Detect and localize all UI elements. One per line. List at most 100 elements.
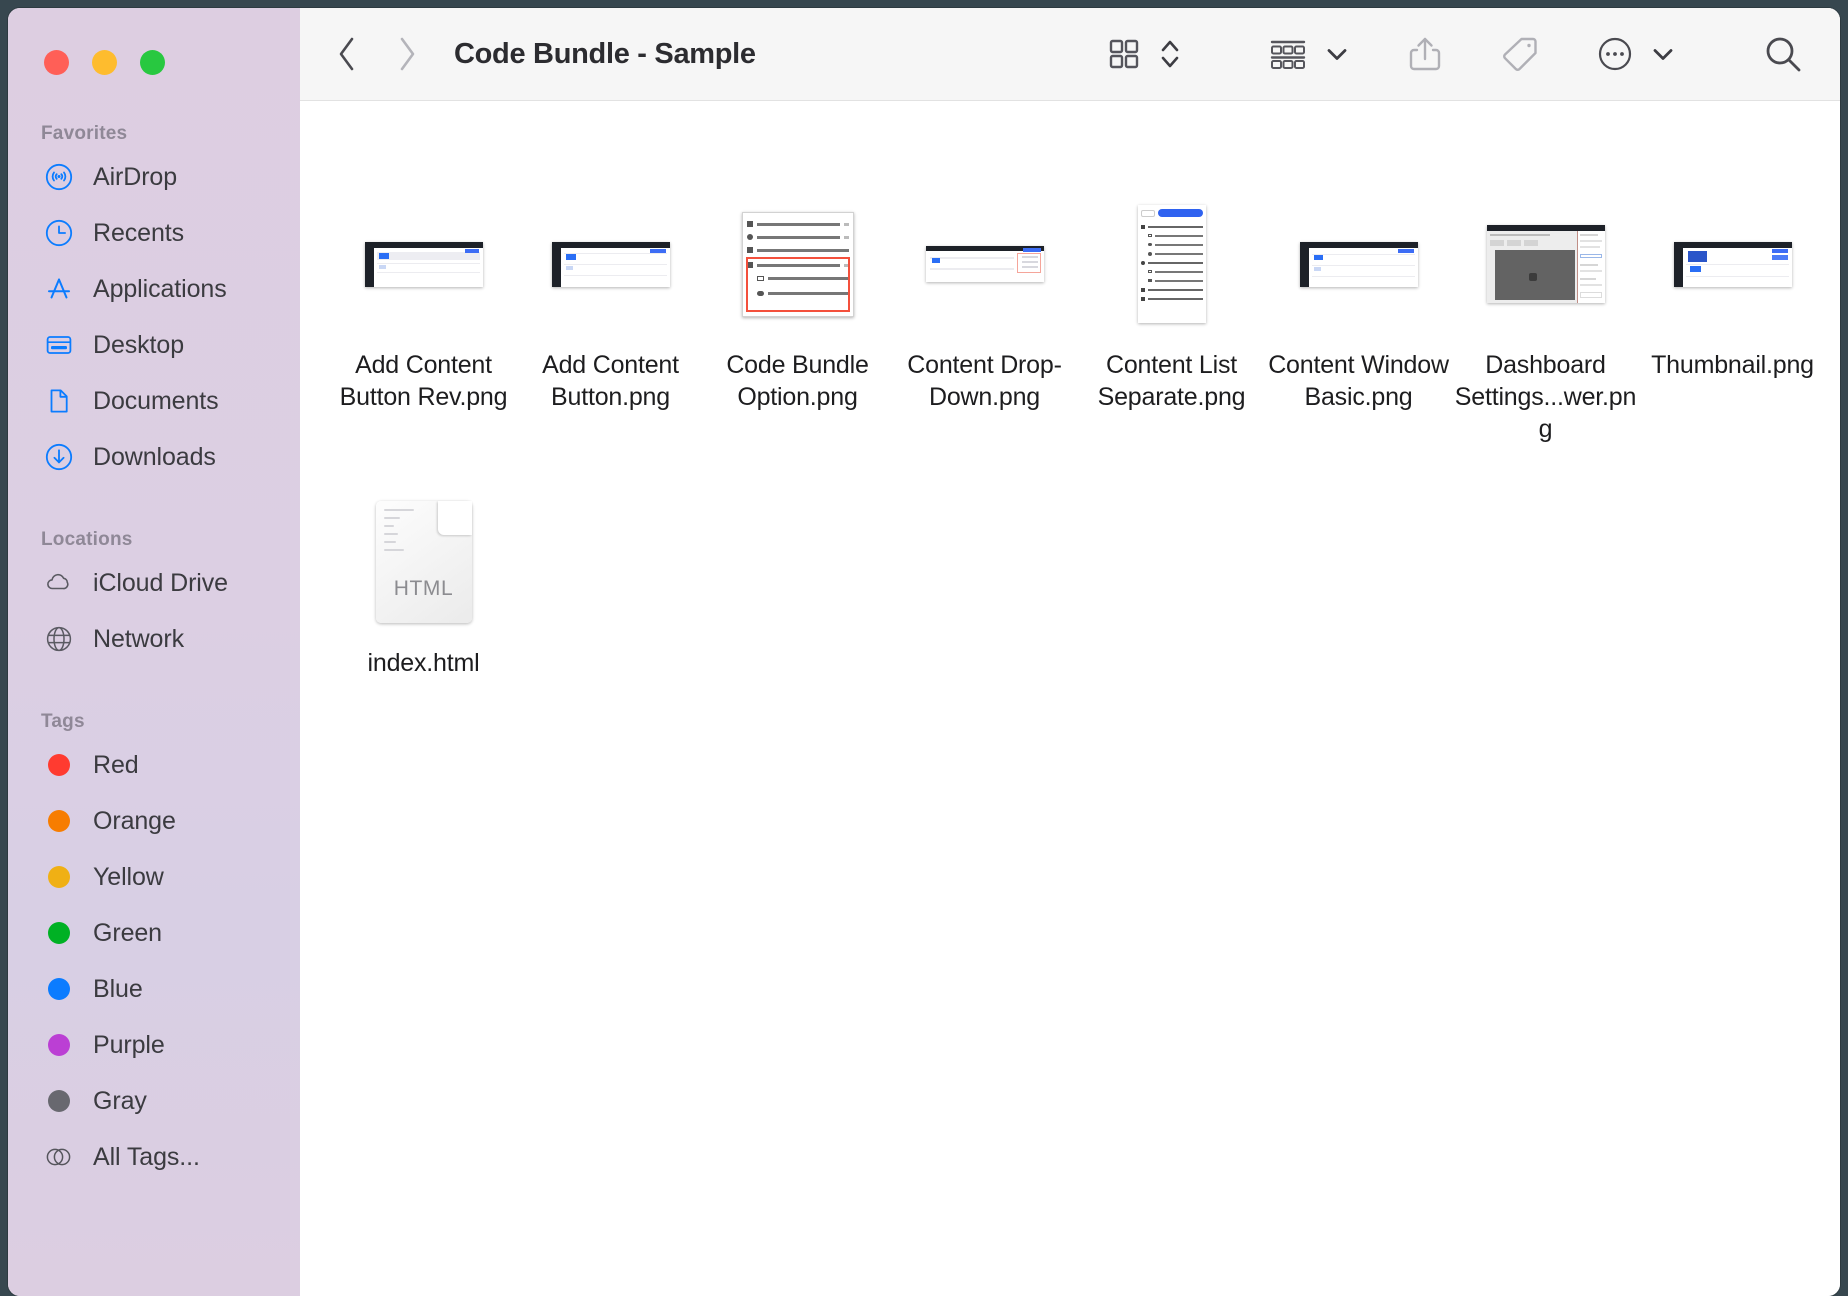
sidebar-item-desktop[interactable]: Desktop bbox=[8, 317, 300, 373]
sidebar-section-locations: Locations iCloud Drive Network bbox=[8, 529, 300, 667]
file-name: Add Content Button Rev.png bbox=[339, 351, 508, 411]
sidebar-item-tag-red[interactable]: Red bbox=[8, 737, 300, 793]
tag-button[interactable] bbox=[1500, 34, 1540, 74]
sidebar-item-label: Documents bbox=[93, 386, 219, 415]
file-name: Content List Separate.png bbox=[1097, 351, 1246, 411]
sidebar-item-all-tags[interactable]: All Tags... bbox=[8, 1129, 300, 1185]
doc-preview-lines bbox=[383, 509, 418, 557]
file-grid: Add Content Button Rev.png Add Content B… bbox=[300, 199, 1840, 731]
search-button[interactable] bbox=[1762, 33, 1804, 75]
sidebar-section-title-favorites: Favorites bbox=[41, 123, 128, 144]
tag-dot-green-icon bbox=[44, 918, 74, 948]
sidebar-item-label: Applications bbox=[93, 274, 227, 303]
close-button[interactable] bbox=[44, 50, 69, 75]
sidebar-item-tag-yellow[interactable]: Yellow bbox=[8, 849, 300, 905]
file-name: Dashboard Settings...wer.png bbox=[1454, 351, 1637, 443]
file-name: index.html bbox=[367, 649, 480, 677]
file-thumbnail bbox=[704, 199, 891, 329]
file-item[interactable]: Content Drop-Down.png bbox=[891, 199, 1078, 445]
sidebar-item-network[interactable]: Network bbox=[8, 611, 300, 667]
sidebar-item-icloud-drive[interactable]: iCloud Drive bbox=[8, 555, 300, 611]
sidebar-item-airdrop[interactable]: AirDrop bbox=[8, 149, 300, 205]
file-item[interactable]: Dashboard Settings...wer.png bbox=[1452, 199, 1639, 445]
tag-dot-purple-icon bbox=[44, 1030, 74, 1060]
file-item[interactable]: Add Content Button Rev.png bbox=[330, 199, 517, 445]
back-button[interactable] bbox=[330, 34, 364, 74]
maximize-button[interactable] bbox=[140, 50, 165, 75]
screenshot-wide-list-thumbnail bbox=[364, 241, 483, 287]
sidebar-item-applications[interactable]: Applications bbox=[8, 261, 300, 317]
sidebar-item-label: Downloads bbox=[93, 442, 216, 471]
document-icon bbox=[44, 386, 74, 416]
sidebar-item-label: Green bbox=[93, 918, 162, 947]
file-thumbnail: HTML bbox=[330, 497, 517, 627]
file-thumbnail bbox=[1265, 199, 1452, 329]
file-item[interactable]: Add Content Button.png bbox=[517, 199, 704, 445]
file-thumbnail bbox=[891, 199, 1078, 329]
tag-dot-gray-icon bbox=[44, 1086, 74, 1116]
sidebar-item-tag-orange[interactable]: Orange bbox=[8, 793, 300, 849]
sidebar-item-label: All Tags... bbox=[93, 1142, 200, 1171]
sidebar-item-recents[interactable]: Recents bbox=[8, 205, 300, 261]
globe-icon bbox=[44, 624, 74, 654]
file-name: Add Content Button.png bbox=[542, 351, 679, 411]
cloud-icon bbox=[44, 568, 74, 598]
toolbar: Code Bundle - Sample bbox=[300, 8, 1840, 101]
forward-button[interactable] bbox=[390, 34, 424, 74]
sidebar-item-label: Purple bbox=[93, 1030, 165, 1059]
minimize-button[interactable] bbox=[92, 50, 117, 75]
sidebar-item-tag-gray[interactable]: Gray bbox=[8, 1073, 300, 1129]
sidebar-item-label: iCloud Drive bbox=[93, 568, 228, 597]
more-button[interactable] bbox=[1596, 35, 1634, 73]
file-item[interactable]: Thumbnail.png bbox=[1639, 199, 1826, 445]
sidebar-item-label: Orange bbox=[93, 806, 176, 835]
sidebar-item-label: Red bbox=[93, 750, 139, 779]
sidebar: Favorites AirDrop Recents Applications D… bbox=[8, 8, 300, 1296]
tag-dot-yellow-icon bbox=[44, 862, 74, 892]
file-name: Content Drop-Down.png bbox=[907, 351, 1062, 411]
icon-view-button[interactable] bbox=[1106, 36, 1142, 72]
screenshot-wide-list-thumbnail bbox=[1299, 241, 1418, 287]
sidebar-item-documents[interactable]: Documents bbox=[8, 373, 300, 429]
tag-dot-blue-icon bbox=[44, 974, 74, 1004]
sidebar-item-downloads[interactable]: Downloads bbox=[8, 429, 300, 485]
file-kind-label: HTML bbox=[393, 577, 454, 600]
clock-icon bbox=[44, 218, 74, 248]
file-name: Thumbnail.png bbox=[1651, 351, 1814, 379]
airdrop-icon bbox=[44, 162, 74, 192]
sidebar-item-label: AirDrop bbox=[93, 162, 178, 191]
sidebar-item-tag-purple[interactable]: Purple bbox=[8, 1017, 300, 1073]
window-controls bbox=[8, 8, 300, 75]
sidebar-section-title-tags: Tags bbox=[41, 711, 85, 732]
sidebar-section-tags: Tags Red Orange Yellow Green Blue Purple… bbox=[8, 711, 300, 1185]
file-name: Code Bundle Option.png bbox=[726, 351, 869, 411]
screenshot-menu-thumbnail bbox=[741, 211, 854, 317]
file-thumbnail bbox=[330, 199, 517, 329]
more-options-chevron-down-icon[interactable] bbox=[1650, 41, 1676, 67]
file-item[interactable]: Content List Separate.png bbox=[1078, 199, 1265, 445]
file-item[interactable]: HTML index.html bbox=[330, 497, 517, 679]
vertical-scrollbar[interactable] bbox=[1833, 101, 1840, 1296]
tag-dot-orange-icon bbox=[44, 806, 74, 836]
screenshot-wide-list-thumbnail bbox=[551, 241, 670, 287]
file-grid-area: Add Content Button Rev.png Add Content B… bbox=[300, 101, 1840, 1296]
view-order-stepper[interactable] bbox=[1158, 32, 1182, 76]
sidebar-item-label: Yellow bbox=[93, 862, 164, 891]
file-item[interactable]: Code Bundle Option.png bbox=[704, 199, 891, 445]
sidebar-item-tag-blue[interactable]: Blue bbox=[8, 961, 300, 1017]
sidebar-item-label: Gray bbox=[93, 1086, 147, 1115]
group-options-chevron-down-icon[interactable] bbox=[1324, 41, 1350, 67]
file-item[interactable]: Content Window Basic.png bbox=[1265, 199, 1452, 445]
html-document-icon: HTML bbox=[375, 501, 472, 623]
file-name: Content Window Basic.png bbox=[1268, 351, 1449, 411]
finder-window: Favorites AirDrop Recents Applications D… bbox=[8, 8, 1840, 1296]
file-thumbnail bbox=[1639, 199, 1826, 329]
sidebar-item-tag-green[interactable]: Green bbox=[8, 905, 300, 961]
sidebar-section-title-locations: Locations bbox=[41, 529, 133, 550]
group-items-button[interactable] bbox=[1268, 36, 1308, 72]
applications-icon bbox=[44, 274, 74, 304]
file-thumbnail bbox=[517, 199, 704, 329]
share-button[interactable] bbox=[1406, 34, 1444, 74]
sidebar-section-favorites: Favorites AirDrop Recents Applications D… bbox=[8, 123, 300, 485]
file-thumbnail bbox=[1078, 199, 1265, 329]
